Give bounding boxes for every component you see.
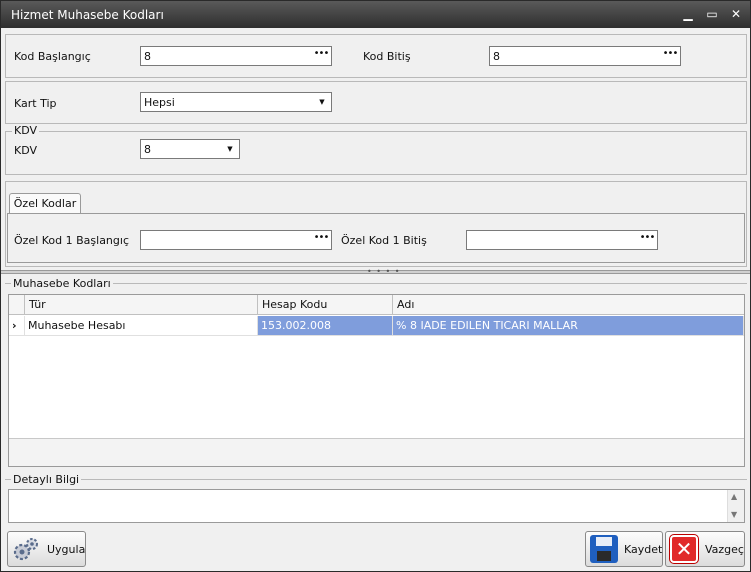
table-cell-hesap-kodu[interactable]: 153.002.008 xyxy=(258,316,393,336)
muhasebe-group-title: Muhasebe Kodları xyxy=(11,277,113,290)
table-cell-tur[interactable]: Muhasebe Hesabı xyxy=(25,316,258,336)
kart-tip-select[interactable]: Hepsi ▼ xyxy=(140,92,332,112)
ozel-kodlar-tabpage: Özel Kod 1 Başlangıç ••• Özel Kod 1 Biti… xyxy=(7,213,745,263)
ozel-kod-bitis-label: Özel Kod 1 Bitiş xyxy=(341,234,427,247)
kart-tip-panel: Kart Tip Hepsi ▼ xyxy=(5,81,747,124)
uygula-button-label: Uygula xyxy=(47,543,86,556)
kdv-group: KDV KDV 8 ▼ xyxy=(5,124,747,175)
kod-bitis-input[interactable]: 8 ••• xyxy=(489,46,681,66)
kod-range-panel: Kod Başlangıç 8 ••• Kod Bitiş 8 ••• xyxy=(5,34,747,78)
ozel-kod-baslangic-label: Özel Kod 1 Başlangıç xyxy=(14,234,129,247)
ozel-kod-bitis-input[interactable]: ••• xyxy=(466,230,658,250)
detay-group-title: Detaylı Bilgi xyxy=(11,473,82,486)
detay-memo[interactable]: ▲ ▼ xyxy=(8,489,745,523)
maximize-icon[interactable]: ▭ xyxy=(703,6,721,22)
ozel-kod-baslangic-browse-button[interactable]: ••• xyxy=(313,233,330,247)
close-icon[interactable]: ✕ xyxy=(727,6,745,22)
row-indicator-header xyxy=(9,295,25,315)
vazgec-button[interactable]: ✕ Vazgeç xyxy=(665,531,745,567)
grip-icon: • • • • xyxy=(367,267,401,276)
uygula-button[interactable]: Uygula xyxy=(7,531,86,567)
kdv-select[interactable]: 8 ▼ xyxy=(140,139,240,159)
row-indicator-icon: › xyxy=(9,316,25,336)
minimize-icon[interactable]: ▁ xyxy=(679,6,697,22)
muhasebe-grid[interactable]: Tür Hesap Kodu Adı › Muhasebe Hesabı 153… xyxy=(8,294,745,467)
title-bar[interactable]: Hizmet Muhasebe Kodları ▁ ▭ ✕ xyxy=(1,1,750,28)
column-header-adi[interactable]: Adı xyxy=(393,295,744,315)
chevron-down-icon[interactable]: ▼ xyxy=(224,143,236,155)
chevron-down-icon[interactable]: ▼ xyxy=(316,96,328,108)
vazgec-button-label: Vazgeç xyxy=(705,543,744,556)
ozel-kod-baslangic-input[interactable]: ••• xyxy=(140,230,332,250)
window-title: Hizmet Muhasebe Kodları xyxy=(11,8,164,22)
kaydet-button[interactable]: Kaydet xyxy=(585,531,663,567)
kdv-label: KDV xyxy=(14,144,38,157)
cancel-x-icon: ✕ xyxy=(670,535,698,563)
gears-icon xyxy=(13,538,38,561)
kod-baslangic-input[interactable]: 8 ••• xyxy=(140,46,332,66)
column-header-hesap-kodu[interactable]: Hesap Kodu xyxy=(258,295,393,315)
column-header-tur[interactable]: Tür xyxy=(25,295,258,315)
tab-ozel-kodlar[interactable]: Özel Kodlar xyxy=(9,193,81,214)
kod-baslangic-browse-button[interactable]: ••• xyxy=(313,49,330,63)
scroll-down-icon[interactable]: ▼ xyxy=(731,510,737,519)
panel-splitter[interactable]: • • • • xyxy=(1,267,750,276)
grid-footer xyxy=(9,438,744,466)
window: Hizmet Muhasebe Kodları ▁ ▭ ✕ Kod Başlan… xyxy=(0,0,751,572)
kart-tip-label: Kart Tip xyxy=(14,97,57,110)
kod-bitis-browse-button[interactable]: ••• xyxy=(662,49,679,63)
kod-baslangic-label: Kod Başlangıç xyxy=(14,50,91,63)
ozel-kod-bitis-browse-button[interactable]: ••• xyxy=(639,233,656,247)
kod-bitis-label: Kod Bitiş xyxy=(363,50,411,63)
kdv-group-title: KDV xyxy=(12,124,40,137)
save-disk-icon xyxy=(590,535,618,563)
scroll-up-icon[interactable]: ▲ xyxy=(731,492,737,501)
table-cell-adi[interactable]: % 8 IADE EDILEN TICARI MALLAR xyxy=(393,316,744,336)
kaydet-button-label: Kaydet xyxy=(624,543,663,556)
memo-scrollbar[interactable]: ▲ ▼ xyxy=(727,490,744,522)
